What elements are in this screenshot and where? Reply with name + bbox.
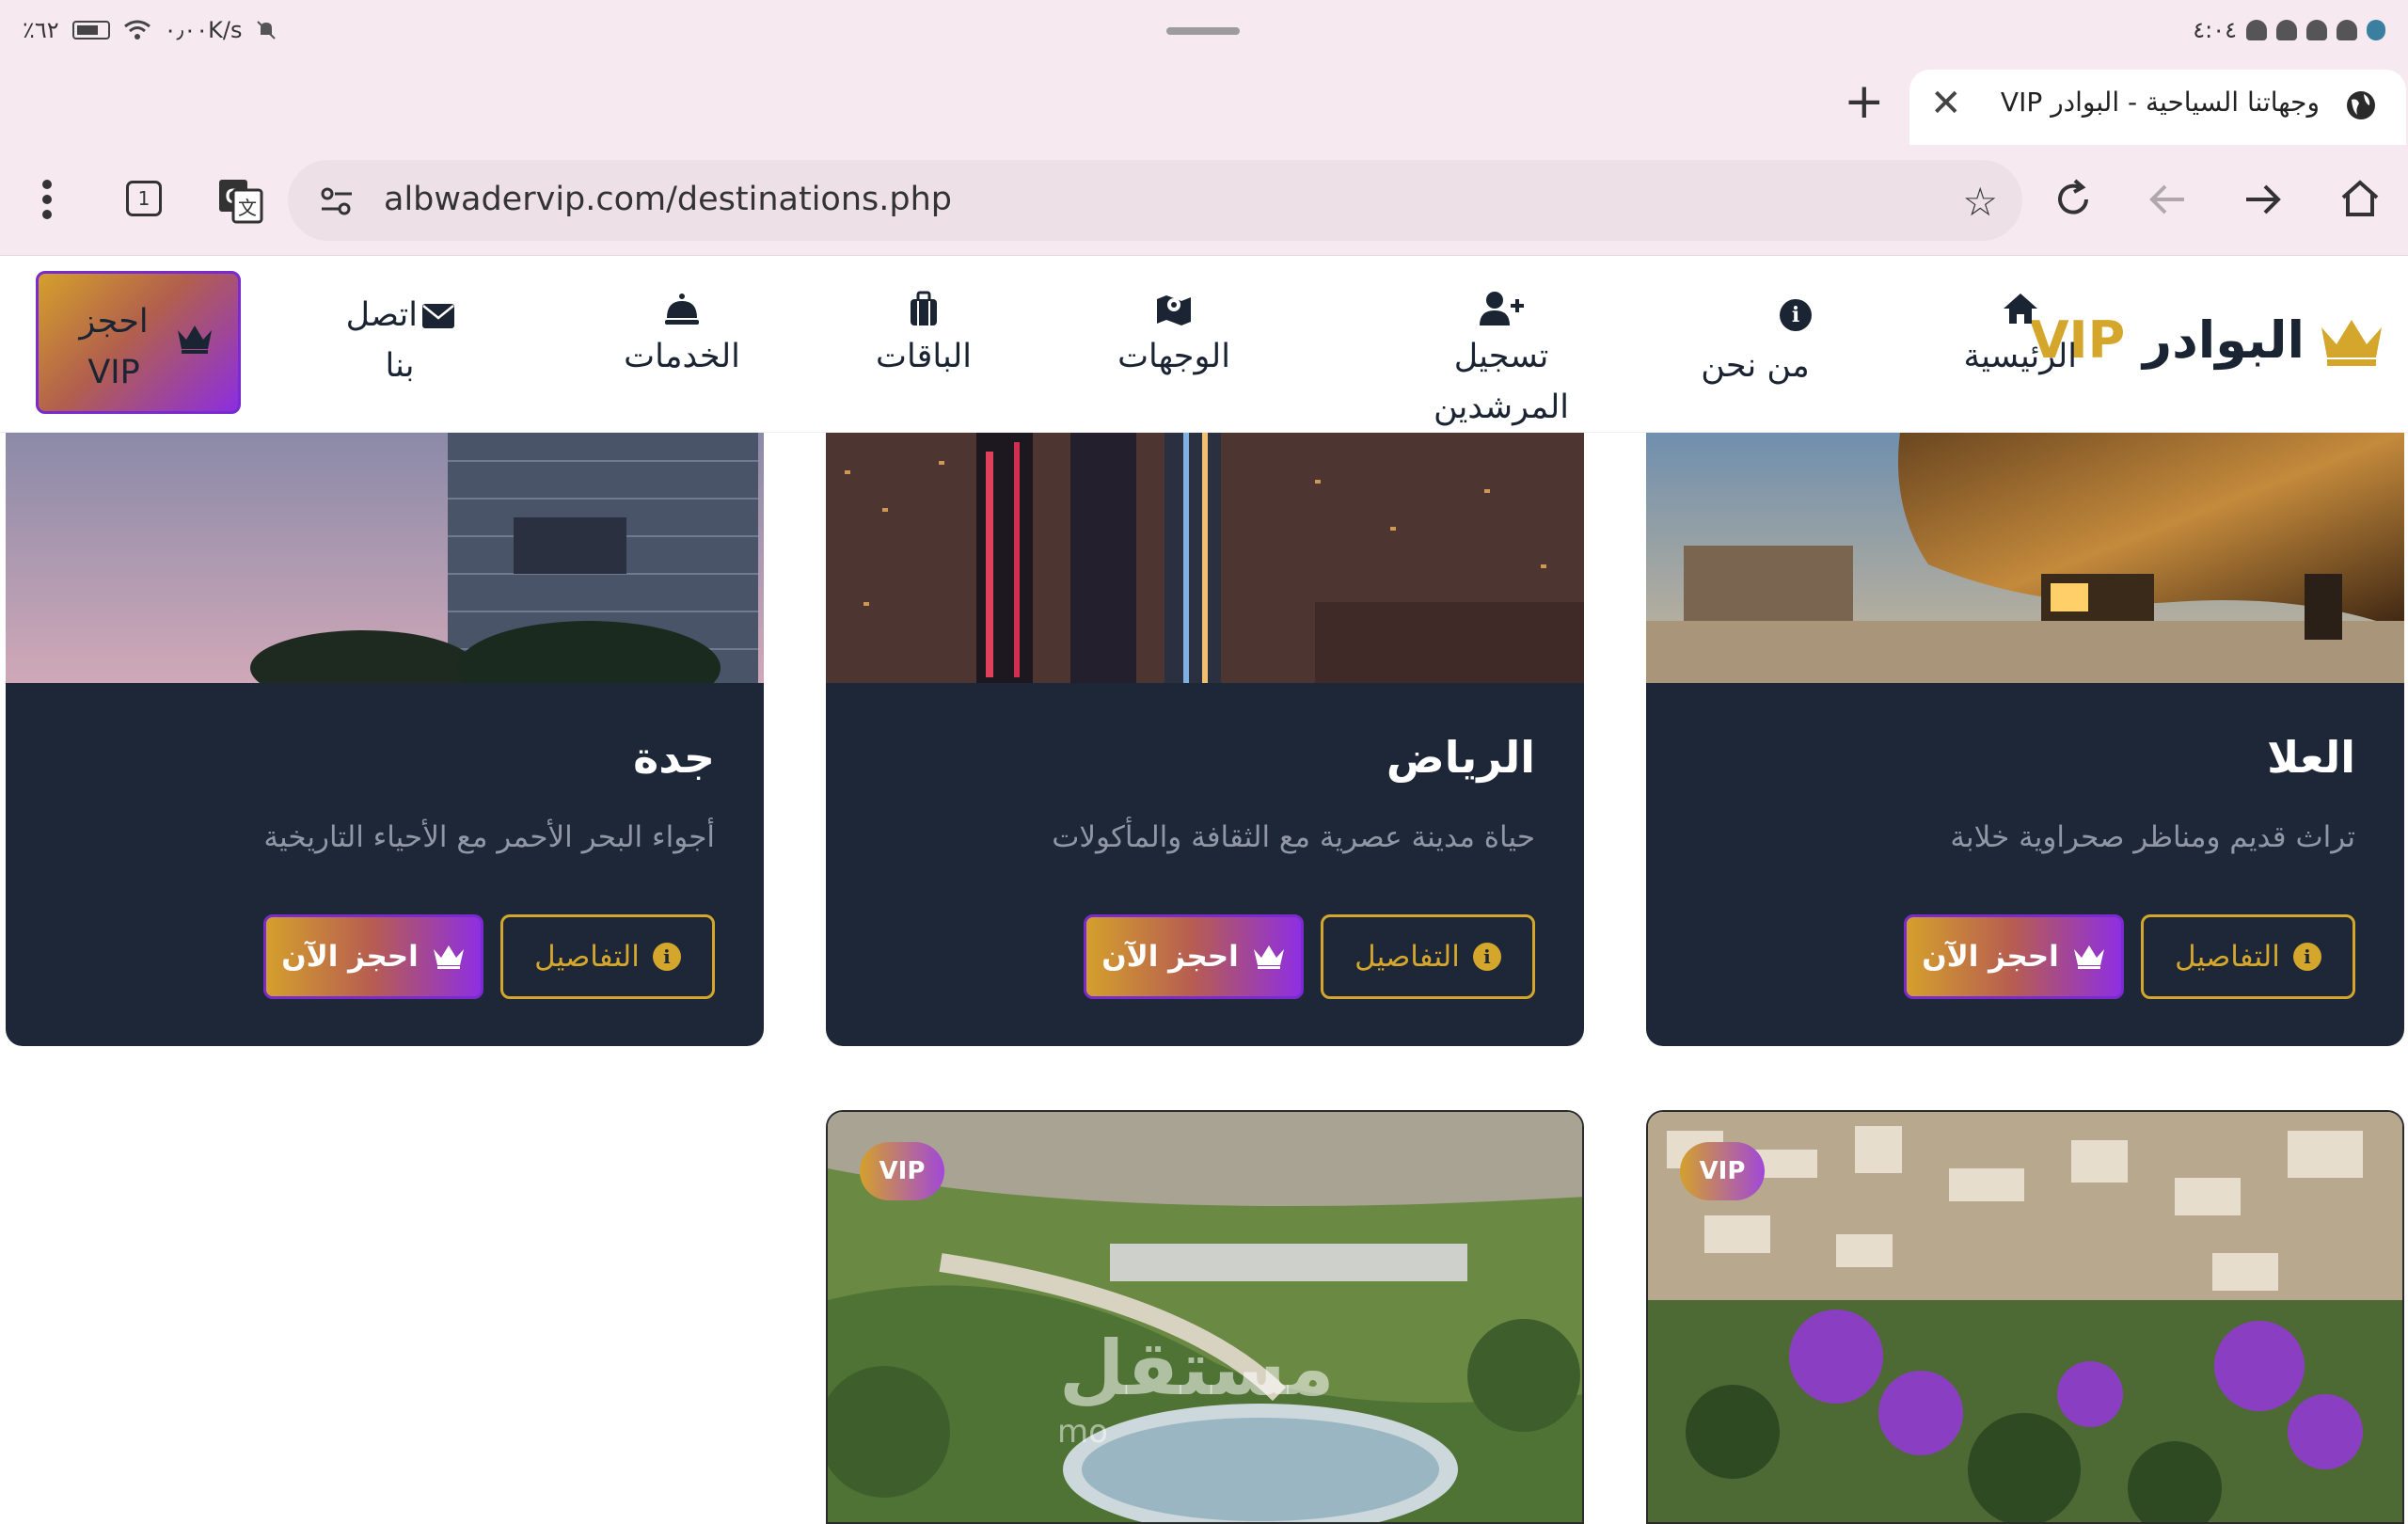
- info-icon: i: [1472, 943, 1501, 971]
- vip-badge: VIP: [860, 1142, 944, 1200]
- crown-icon: [433, 945, 464, 969]
- destination-card-row2-middle[interactable]: VIP: [826, 1110, 1584, 1524]
- nav-packages[interactable]: الباقات: [867, 290, 980, 382]
- nav-about-label: من نحن: [1701, 347, 1810, 385]
- book-now-button[interactable]: احجز الآن: [1084, 914, 1304, 999]
- reload-icon[interactable]: [2051, 177, 2096, 226]
- destination-name: جدة: [633, 732, 715, 783]
- nav-contact[interactable]: اتصل بنا: [339, 290, 461, 391]
- browser-tab[interactable]: وجهاتنا السياحية - البوادر VIP ✕: [1909, 70, 2406, 145]
- site-logo[interactable]: البوادر VIP: [2030, 310, 2385, 370]
- snapchat-icon: [2246, 20, 2267, 40]
- jeddah-photo: [6, 433, 764, 683]
- destination-card-row2-right[interactable]: VIP: [1646, 1110, 2404, 1524]
- nav-services[interactable]: الخدمات: [611, 290, 752, 382]
- snapchat-icon: [2276, 20, 2297, 40]
- nav-packages-label: الباقات: [876, 338, 972, 375]
- destination-card-alula[interactable]: العلا تراث قديم ومناظر صحراوية خلابة i ا…: [1646, 433, 2404, 1046]
- tab-count: 1: [137, 187, 150, 210]
- crown-icon: [178, 325, 212, 354]
- book-vip-label: احجز VIP: [79, 303, 149, 391]
- drag-handle[interactable]: [1166, 27, 1240, 35]
- bookmark-star-icon[interactable]: ☆: [1962, 179, 1998, 225]
- suitcase-icon: [911, 291, 937, 325]
- book-now-label: احجز الآن: [1101, 940, 1239, 974]
- tab-switcher-button[interactable]: 1: [126, 181, 162, 216]
- watermark: مستقل: [1059, 1325, 1335, 1412]
- alula-photo: [1646, 433, 2404, 683]
- crown-icon: [2073, 945, 2104, 969]
- snapchat-icon: [2337, 20, 2357, 40]
- watermark-sub: mo: [1057, 1413, 1108, 1451]
- book-now-button[interactable]: احجز الآن: [1904, 914, 2124, 999]
- forward-arrow-icon[interactable]: [2242, 179, 2284, 224]
- user-plus-icon: [1480, 292, 1524, 325]
- nav-services-label: الخدمات: [624, 338, 740, 375]
- back-arrow-icon[interactable]: [2147, 179, 2188, 224]
- snapchat-icon: [2306, 20, 2327, 40]
- details-button[interactable]: i التفاصيل: [500, 914, 715, 999]
- site-settings-icon[interactable]: [318, 183, 356, 220]
- envelope-icon: [422, 304, 454, 328]
- crown-icon: [1253, 945, 1284, 969]
- status-time: ٤:٠٤: [2193, 17, 2237, 43]
- details-button[interactable]: i التفاصيل: [1321, 914, 1535, 999]
- destination-card-jeddah[interactable]: جدة أجواء البحر الأحمر مع الأحياء التاري…: [6, 433, 764, 1046]
- tab-title: وجهاتنا السياحية - البوادر VIP: [2000, 87, 2320, 118]
- new-tab-button[interactable]: +: [1844, 73, 1885, 130]
- address-bar[interactable]: albwadervip.com/destinations.php ☆: [288, 160, 2022, 241]
- close-tab-icon[interactable]: ✕: [1930, 85, 1962, 122]
- nav-destinations[interactable]: الوجهات: [1117, 290, 1230, 382]
- concierge-bell-icon: [665, 294, 699, 325]
- status-right: ٤:٠٤: [2193, 17, 2385, 43]
- battery-icon: [71, 21, 110, 40]
- details-label: التفاصيل: [534, 940, 640, 974]
- app-notification-icon: [2367, 20, 2385, 40]
- book-now-button[interactable]: احجز الآن: [263, 914, 483, 999]
- info-icon: i: [1780, 299, 1812, 331]
- system-status-bar: ٪٦٢ ٠٫٠٠K/s ٤:٠٤: [0, 0, 2408, 62]
- destination-name: العلا: [2267, 732, 2355, 783]
- destination-description: تراث قديم ومناظر صحراوية خلابة: [1950, 820, 2355, 854]
- details-label: التفاصيل: [1354, 940, 1460, 974]
- nav-destinations-label: الوجهات: [1117, 338, 1230, 375]
- svg-text:文: 文: [238, 197, 257, 219]
- destination-description: حياة مدينة عصرية مع الثقافة والمأكولات: [1052, 820, 1535, 854]
- bell-off-icon: [257, 21, 277, 40]
- riyadh-photo: [826, 433, 1584, 683]
- nav-home[interactable]: الرئيسية: [1963, 290, 2077, 382]
- crown-icon: [2321, 319, 2382, 366]
- more-menu-icon[interactable]: [34, 177, 60, 226]
- network-speed: ٠٫٠٠K/s: [164, 17, 243, 43]
- vip-badge: VIP: [1680, 1142, 1765, 1200]
- info-icon: i: [2292, 943, 2321, 971]
- nav-about[interactable]: i من نحن: [1699, 290, 1812, 391]
- home-button-icon[interactable]: [2338, 177, 2382, 224]
- book-now-label: احجز الآن: [1922, 940, 2059, 974]
- nav-home-label: الرئيسية: [1963, 338, 2077, 375]
- url-text[interactable]: albwadervip.com/destinations.php: [384, 181, 952, 218]
- destination-card-riyadh[interactable]: الرياض حياة مدينة عصرية مع الثقافة والمأ…: [826, 433, 1584, 1046]
- home-icon: [2004, 294, 2037, 324]
- map-marker-icon: [1157, 295, 1191, 325]
- destination-name: الرياض: [1386, 732, 1535, 783]
- destination-description: أجواء البحر الأحمر مع الأحياء التاريخية: [263, 820, 715, 854]
- status-left: ٪٦٢ ٠٫٠٠K/s: [23, 17, 277, 43]
- wifi-icon: [123, 20, 150, 40]
- info-icon: i: [652, 943, 681, 971]
- translate-icon[interactable]: G文: [216, 177, 263, 228]
- battery-percent: ٪٦٢: [23, 17, 59, 43]
- details-button[interactable]: i التفاصيل: [2141, 914, 2355, 999]
- nav-guides-register[interactable]: تسجيل المرشدين: [1417, 290, 1586, 433]
- nav-guides-label: تسجيل المرشدين: [1433, 338, 1570, 426]
- globe-icon: [2347, 91, 2375, 119]
- book-now-label: احجز الآن: [281, 940, 419, 974]
- book-vip-button[interactable]: احجز VIP: [36, 271, 241, 414]
- details-label: التفاصيل: [2175, 940, 2280, 974]
